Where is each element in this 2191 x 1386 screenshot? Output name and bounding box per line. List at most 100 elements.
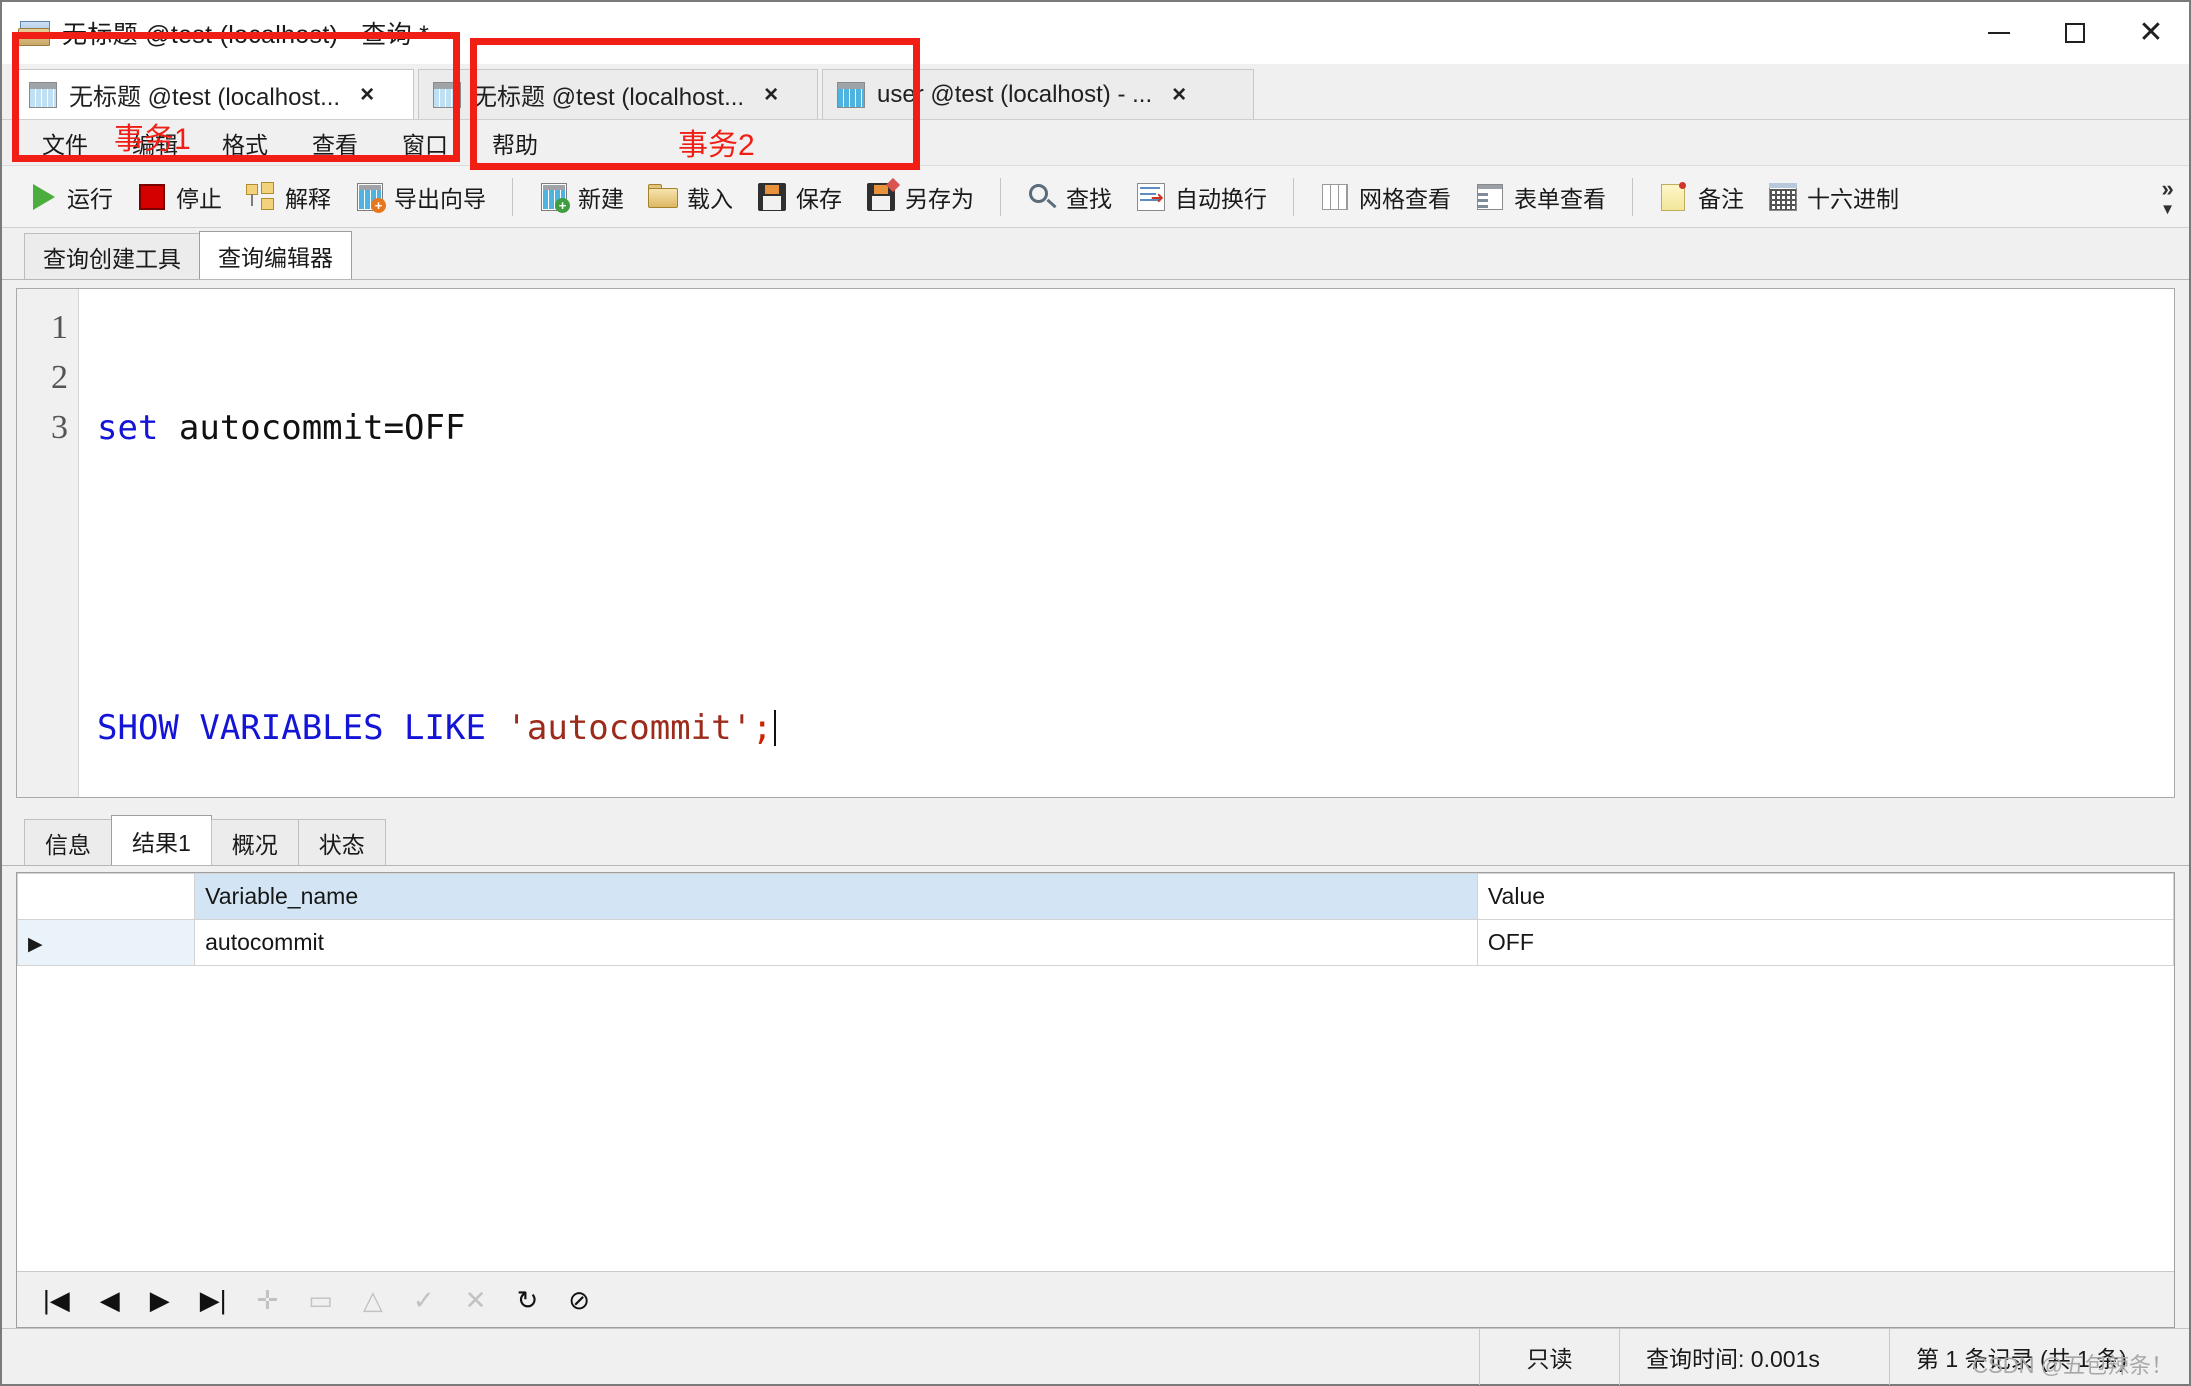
query-document-icon [18,18,52,48]
find-button-label: 查找 [1066,185,1112,212]
tab-info[interactable]: 信息 [24,819,112,865]
explain-icon [246,181,276,212]
menu-edit[interactable]: 编辑 [110,122,200,164]
connection-tab-2-close[interactable]: × [764,82,778,107]
menu-format[interactable]: 格式 [200,122,290,164]
new-query-button[interactable]: + 新建 [527,173,636,221]
line-number: 2 [51,359,68,396]
tab-profile[interactable]: 概况 [210,819,299,865]
grid-corner-cell[interactable] [17,873,196,920]
form-view-button-label: 表单查看 [1514,185,1606,212]
result-grid[interactable]: Variable_name Value ▶ autocommit OFF [17,873,2174,966]
apply-change-button: ✓ [412,1284,435,1315]
word-wrap-button[interactable]: ➜ 自动换行 [1124,173,1279,221]
toolbar-separator-3 [1293,177,1294,216]
tab-query-builder[interactable]: 查询创建工具 [24,233,200,279]
stop-loading-button[interactable]: ⊘ [568,1287,590,1313]
status-query-time: 查询时间: 0.001s [1619,1328,1889,1385]
menu-file[interactable]: 文件 [20,122,110,164]
sql-code-area[interactable]: set autocommit=OFF SHOW VARIABLES LIKE '… [79,289,2174,797]
row-marker-cell[interactable]: ▶ [17,919,196,966]
load-button[interactable]: 载入 [636,173,745,221]
connection-tab-2[interactable]: 无标题 @test (localhost... × [418,69,818,119]
stop-button[interactable]: 停止 [125,173,234,221]
column-header-variable-name[interactable]: Variable_name [194,873,1478,920]
column-header-value[interactable]: Value [1476,873,2174,920]
export-wizard-button-label: 导出向导 [394,185,486,212]
code-line-1: set autocommit=OFF [97,403,2174,453]
sql-keyword: set [97,408,159,448]
add-record-button: ✛ [256,1284,279,1315]
save-icon [757,182,787,212]
first-record-button[interactable]: |◀ [43,1287,70,1313]
line-number-gutter: 1 2 3 [17,289,79,797]
save-button-label: 保存 [796,185,842,212]
delete-record-button: ▭ [308,1284,333,1315]
window-controls: ✕ [1961,2,2189,64]
export-wizard-button[interactable]: + 导出向导 [343,173,498,221]
note-button-label: 备注 [1698,185,1744,212]
toolbar-overflow[interactable]: » ▼ [2160,166,2175,228]
cancel-change-button: ✕ [464,1284,487,1315]
note-icon [1659,181,1689,212]
run-button[interactable]: 运行 [16,173,125,221]
toolbar-separator-2 [1000,177,1001,216]
status-bar: 只读 查询时间: 0.001s 第 1 条记录 (共 1 条) CSDN @五包… [2,1328,2189,1385]
export-wizard-icon: + [355,182,386,213]
save-as-button-label: 另存为 [905,185,974,212]
navicat-query-window: 无标题 @test (localhost) - 查询 * ✕ 无标题 @test… [0,0,2191,1386]
last-record-button[interactable]: ▶| [200,1287,227,1313]
cell-variable-name[interactable]: autocommit [194,919,1478,966]
find-button[interactable]: 查找 [1015,173,1124,221]
tab-query-editor[interactable]: 查询编辑器 [199,231,352,279]
connection-tab-1-close[interactable]: × [360,82,374,107]
status-readonly: 只读 [1479,1328,1619,1385]
next-record-button[interactable]: ▶ [150,1287,170,1313]
minimize-icon [1988,32,2010,34]
main-toolbar: 运行 停止 解释 + 导出向导 + 新建 载入 保存 另存为 查找 ➜ 自动换行… [2,166,2189,228]
window-title: 无标题 @test (localhost) - 查询 * [62,21,430,49]
form-view-button[interactable]: 表单查看 [1463,173,1618,221]
connection-tab-1-label: 无标题 @test (localhost... [69,84,341,111]
table-icon [433,81,461,108]
close-button[interactable]: ✕ [2113,2,2189,64]
tab-result1[interactable]: 结果1 [111,815,212,865]
menu-window[interactable]: 窗口 [380,122,470,164]
line-number: 1 [51,309,68,346]
code-line-3: SHOW VARIABLES LIKE 'autocommit'; [97,703,2174,753]
menu-bar: 文件 编辑 格式 查看 窗口 帮助 [2,120,2189,166]
save-button[interactable]: 保存 [745,173,854,221]
grid-view-button[interactable]: 网格查看 [1308,173,1463,221]
toolbar-separator-4 [1632,177,1633,216]
prev-record-button[interactable]: ◀ [100,1287,120,1313]
save-as-icon [866,177,901,212]
stop-icon [137,182,167,212]
grid-empty-area [17,966,2174,1271]
menu-help[interactable]: 帮助 [470,122,560,164]
refresh-button[interactable]: ↻ [516,1287,538,1313]
save-as-button[interactable]: 另存为 [854,173,986,221]
explain-button[interactable]: 解释 [234,173,343,221]
note-button[interactable]: 备注 [1647,173,1756,221]
table-icon [837,81,865,108]
minimize-button[interactable] [1961,2,2037,64]
tab-status[interactable]: 状态 [297,819,386,865]
play-icon [28,182,58,212]
chevron-double-right-icon: » [2161,175,2174,201]
edit-record-button: △ [362,1284,383,1315]
hex-button[interactable]: 十六进制 [1756,173,1911,221]
grid-view-button-label: 网格查看 [1359,185,1451,212]
title-bar: 无标题 @test (localhost) - 查询 * ✕ [2,2,2189,64]
connection-tab-3-close[interactable]: × [1172,82,1186,107]
connection-tab-1[interactable]: 无标题 @test (localhost... × [14,69,414,119]
load-button-label: 载入 [687,185,733,212]
grid-view-icon [1320,182,1350,212]
maximize-button[interactable] [2037,2,2113,64]
sql-keyword: SHOW VARIABLES LIKE [97,708,507,748]
connection-tab-2-label: 无标题 @test (localhost... [473,84,745,111]
cell-value[interactable]: OFF [1476,919,2174,966]
menu-view[interactable]: 查看 [290,122,380,164]
table-row[interactable]: ▶ autocommit OFF [17,919,2174,966]
connection-tab-3[interactable]: user @test (localhost) - ... × [822,69,1254,119]
sql-editor[interactable]: 1 2 3 set autocommit=OFF SHOW VARIABLES … [16,288,2175,798]
